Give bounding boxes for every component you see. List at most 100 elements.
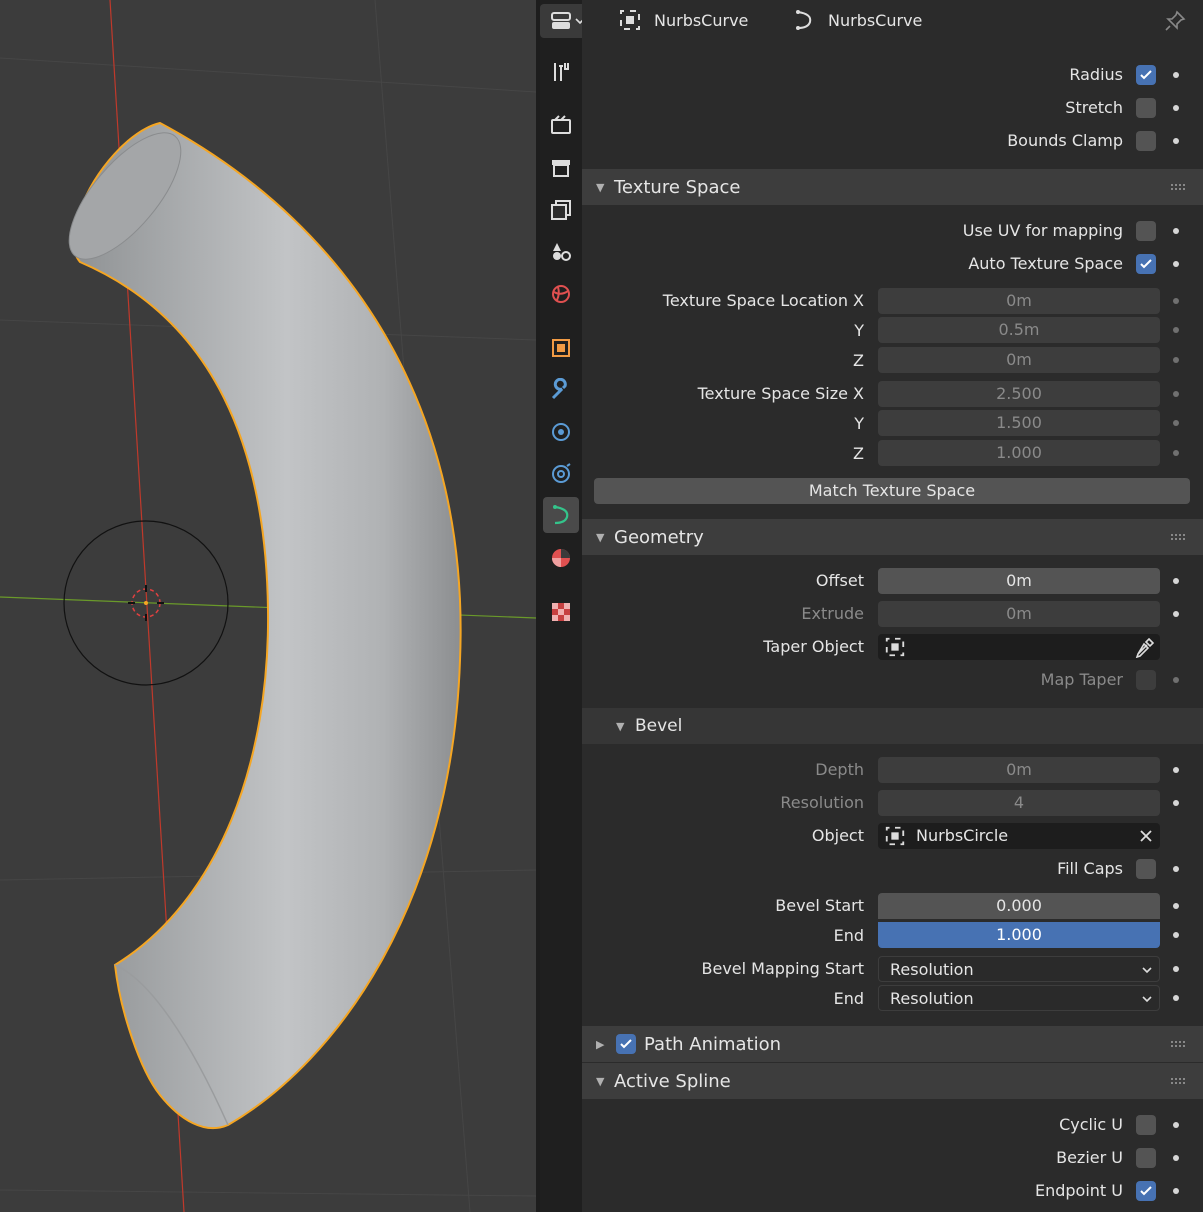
depth-field[interactable]: 0m [878, 757, 1160, 783]
size-z-field[interactable]: 1.000 [878, 440, 1160, 466]
path-animation-checkbox[interactable] [616, 1034, 636, 1054]
texture-icon[interactable] [543, 594, 579, 630]
modifier-icon[interactable] [543, 372, 579, 408]
bevel-mapping-start-dropdown[interactable]: Resolution [878, 956, 1160, 982]
bounds-clamp-checkbox[interactable] [1136, 131, 1156, 151]
bevel-subpanel-header[interactable]: ▼ Bevel [582, 708, 1203, 744]
map-taper-checkbox[interactable] [1136, 670, 1156, 690]
bevel-object-field[interactable]: NurbsCircle [878, 823, 1160, 849]
drag-grip-icon[interactable] [1171, 534, 1187, 540]
offset-field[interactable]: 0m [878, 568, 1160, 594]
offset-keyframe-dot[interactable] [1173, 578, 1179, 584]
use-uv-checkbox[interactable] [1136, 221, 1156, 241]
size-z-label: Z [853, 444, 864, 463]
auto-texture-space-checkbox[interactable] [1136, 254, 1156, 274]
stretch-keyframe-dot[interactable] [1173, 105, 1179, 111]
use-uv-keyframe-dot[interactable] [1173, 228, 1179, 234]
properties-panel: NurbsCurve NurbsCurve Radius Stretch Bou… [582, 0, 1203, 1212]
bevel-end-field[interactable]: 1.000 [878, 922, 1160, 948]
extrude-keyframe-dot[interactable] [1173, 611, 1179, 617]
radius-keyframe-dot[interactable] [1173, 72, 1179, 78]
depth-keyframe-dot[interactable] [1173, 767, 1179, 773]
clear-icon[interactable] [1138, 828, 1154, 844]
bezier-u-checkbox[interactable] [1136, 1148, 1156, 1168]
location-y-field[interactable]: 0.5m [878, 317, 1160, 343]
texture-space-size-label: Texture Space Size X [697, 384, 864, 403]
endpoint-u-keyframe-dot[interactable] [1173, 1188, 1179, 1194]
drag-grip-icon[interactable] [1171, 1078, 1187, 1084]
taper-object-field[interactable] [878, 634, 1160, 660]
output-icon[interactable] [543, 150, 579, 186]
editor-type-icon [551, 12, 585, 29]
geometry-panel-header[interactable]: ▼ Geometry [582, 519, 1203, 555]
mapping-end-keyframe-dot[interactable] [1173, 995, 1179, 1001]
bevel-start-field[interactable]: 0.000 [878, 893, 1160, 919]
location-z-field[interactable]: 0m [878, 347, 1160, 373]
bevel-end-keyframe-dot[interactable] [1173, 932, 1179, 938]
bounds-clamp-label: Bounds Clamp [1007, 131, 1123, 150]
object-icon[interactable] [543, 330, 579, 366]
auto-texture-space-keyframe-dot[interactable] [1173, 261, 1179, 267]
radius-checkbox[interactable] [1136, 65, 1156, 85]
object-icon [620, 10, 640, 30]
scene-icon[interactable] [543, 234, 579, 270]
radius-label: Radius [1069, 65, 1123, 84]
bezier-u-keyframe-dot[interactable] [1173, 1155, 1179, 1161]
render-icon[interactable] [543, 107, 579, 143]
path-animation-panel-header[interactable]: ▶ Path Animation [582, 1026, 1203, 1062]
texture-space-panel-header[interactable]: ▼ Texture Space [582, 169, 1203, 205]
bevel-start-keyframe-dot[interactable] [1173, 903, 1179, 909]
object-breadcrumb[interactable]: NurbsCurve [618, 5, 748, 35]
extrude-field[interactable]: 0m [878, 601, 1160, 627]
bevel-mapping-end-dropdown[interactable]: Resolution [878, 985, 1160, 1011]
size-z-keyframe-dot[interactable] [1173, 450, 1179, 456]
bezier-u-label: Bezier U [1056, 1148, 1123, 1167]
material-icon[interactable] [543, 540, 579, 576]
fill-caps-keyframe-dot[interactable] [1173, 866, 1179, 872]
size-x-keyframe-dot[interactable] [1173, 391, 1179, 397]
physics-icon[interactable] [543, 456, 579, 492]
chevron-down-icon [1142, 996, 1152, 1003]
cyclic-u-keyframe-dot[interactable] [1173, 1122, 1179, 1128]
data-breadcrumb[interactable]: NurbsCurve [792, 5, 922, 35]
particles-icon[interactable] [543, 414, 579, 450]
size-x-field[interactable]: 2.500 [878, 381, 1160, 407]
curve-data-icon[interactable] [543, 497, 579, 533]
location-y-label: Y [854, 321, 864, 340]
curve-mesh[interactable] [50, 116, 462, 1130]
fill-caps-checkbox[interactable] [1136, 859, 1156, 879]
cyclic-u-checkbox[interactable] [1136, 1115, 1156, 1135]
active-spline-panel-header[interactable]: ▼ Active Spline [582, 1063, 1203, 1099]
location-z-keyframe-dot[interactable] [1173, 357, 1179, 363]
stretch-checkbox[interactable] [1136, 98, 1156, 118]
extrude-label: Extrude [801, 604, 864, 623]
match-texture-space-button[interactable]: Match Texture Space [594, 478, 1190, 504]
location-x-keyframe-dot[interactable] [1173, 298, 1179, 304]
view-layer-icon[interactable] [543, 192, 579, 228]
texture-space-title: Texture Space [614, 177, 741, 198]
map-taper-keyframe-dot[interactable] [1173, 677, 1179, 683]
resolution-field[interactable]: 4 [878, 790, 1160, 816]
bounds-clamp-keyframe-dot[interactable] [1173, 138, 1179, 144]
resolution-keyframe-dot[interactable] [1173, 800, 1179, 806]
size-y-keyframe-dot[interactable] [1173, 420, 1179, 426]
endpoint-u-label: Endpoint U [1034, 1181, 1123, 1200]
tool-icon[interactable] [543, 54, 579, 90]
drag-grip-icon[interactable] [1171, 1041, 1187, 1047]
fill-caps-label: Fill Caps [1057, 859, 1123, 878]
bevel-object-name: NurbsCircle [916, 826, 1009, 845]
mapping-start-keyframe-dot[interactable] [1173, 966, 1179, 972]
drag-grip-icon[interactable] [1171, 184, 1187, 190]
bevel-mapping-start-label: Bevel Mapping Start [701, 959, 865, 978]
location-y-keyframe-dot[interactable] [1173, 327, 1179, 333]
object-icon [885, 826, 905, 846]
collapse-arrow-icon: ▼ [616, 720, 625, 733]
location-x-field[interactable]: 0m [878, 288, 1160, 314]
size-y-field[interactable]: 1.500 [878, 410, 1160, 436]
eyedropper-icon[interactable] [1134, 636, 1156, 658]
offset-label: Offset [815, 571, 864, 590]
endpoint-u-checkbox[interactable] [1136, 1181, 1156, 1201]
pin-icon[interactable] [1164, 10, 1186, 32]
world-icon[interactable] [543, 276, 579, 312]
3d-viewport[interactable] [0, 0, 536, 1212]
